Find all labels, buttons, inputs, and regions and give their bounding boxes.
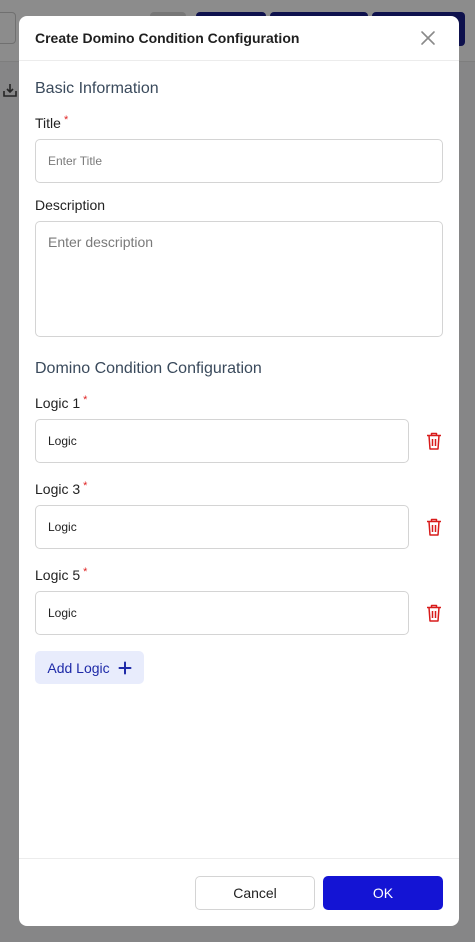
ok-button[interactable]: OK xyxy=(323,876,443,910)
create-domino-modal: Create Domino Condition Configuration Ba… xyxy=(19,16,459,926)
plus-icon xyxy=(118,661,132,674)
domino-config-heading: Domino Condition Configuration xyxy=(35,360,262,377)
modal-footer: Cancel OK xyxy=(19,858,459,926)
description-label: Description xyxy=(35,197,106,213)
trash-icon[interactable] xyxy=(425,517,443,537)
logic-label-text: Logic 5 xyxy=(35,567,81,583)
cancel-button[interactable]: Cancel xyxy=(195,876,315,910)
logic-label-text: Logic 1 xyxy=(35,395,81,411)
logic-input[interactable] xyxy=(35,505,409,549)
logic-label: Logic 5 * xyxy=(35,566,88,583)
logic-input[interactable] xyxy=(35,591,409,635)
modal-title: Create Domino Condition Configuration xyxy=(35,30,300,46)
required-marker: * xyxy=(83,480,88,492)
required-marker: * xyxy=(83,394,88,406)
required-marker: * xyxy=(63,114,69,126)
description-textarea[interactable] xyxy=(35,221,443,337)
close-icon[interactable] xyxy=(419,29,437,47)
logic-input[interactable] xyxy=(35,419,409,463)
trash-icon[interactable] xyxy=(425,431,443,451)
logic-label: Logic 1 * xyxy=(35,394,88,411)
modal-header: Create Domino Condition Configuration xyxy=(19,16,459,61)
title-input[interactable] xyxy=(35,139,443,183)
basic-info-heading: Basic Information xyxy=(35,80,159,97)
title-label: Title * xyxy=(35,114,69,131)
logic-label: Logic 3 * xyxy=(35,480,88,497)
add-logic-button[interactable]: Add Logic xyxy=(35,651,144,684)
title-label-text: Title xyxy=(35,115,61,131)
add-logic-label: Add Logic xyxy=(47,659,110,676)
logic-label-text: Logic 3 xyxy=(35,481,81,497)
required-marker: * xyxy=(83,566,88,578)
trash-icon[interactable] xyxy=(425,603,443,623)
